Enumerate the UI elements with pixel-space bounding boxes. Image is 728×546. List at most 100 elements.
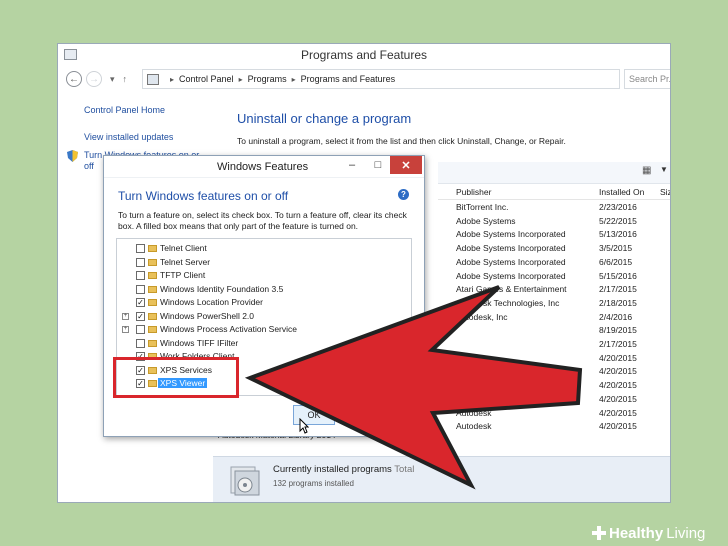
breadcrumb-separator-icon[interactable]: ▸ xyxy=(239,75,243,84)
feature-checkbox[interactable] xyxy=(136,257,145,267)
table-row[interactable]: 8/19/2015 xyxy=(438,324,670,338)
forward-arrow-icon[interactable]: → xyxy=(86,71,102,87)
feature-label: Windows TIFF IFilter xyxy=(160,337,239,348)
feature-item[interactable]: Windows Identity Foundation 3.5 xyxy=(117,283,411,296)
folder-icon xyxy=(148,299,157,306)
view-installed-updates-link[interactable]: View installed updates xyxy=(84,132,173,142)
row-publisher: Adobe Systems Incorporated xyxy=(456,256,566,267)
breadcrumb-control-panel[interactable]: Control Panel xyxy=(179,74,234,84)
folder-icon xyxy=(148,285,157,293)
row-installed-date: 2/17/2015 xyxy=(599,284,637,295)
feature-checkbox[interactable] xyxy=(136,244,145,253)
row-installed-date: 5/13/2016 xyxy=(599,229,637,240)
table-row[interactable]: Autodesk, Inc 2/4/2016 xyxy=(438,311,670,325)
installed-programs-count: 132 programs installed xyxy=(273,479,354,488)
breadcrumb-programs-features[interactable]: Programs and Features xyxy=(301,74,396,84)
row-publisher: Autodesk, Inc xyxy=(456,311,508,322)
table-row[interactable]: Adobe Systems Incorporated 5/15/2016 xyxy=(438,270,670,284)
brand-living: Living xyxy=(666,524,706,542)
table-row[interactable]: 4/20/2015 xyxy=(438,352,670,366)
column-size[interactable]: Siz xyxy=(660,187,670,197)
turn-windows-features-link-cont[interactable]: off xyxy=(84,161,94,171)
table-row[interactable]: Adobe Systems Incorporated 5/13/2016 xyxy=(438,228,670,242)
feature-item[interactable]: Telnet Client xyxy=(117,242,411,255)
column-publisher[interactable]: Publisher xyxy=(456,187,491,197)
back-arrow-icon[interactable]: ← xyxy=(66,71,82,87)
address-bar[interactable]: ▸ Control Panel ▸ Programs ▸ Programs an… xyxy=(142,69,620,89)
installed-programs-label: Currently installed programs xyxy=(273,464,392,475)
expand-icon[interactable]: + xyxy=(122,326,129,333)
row-publisher: Adobe Systems xyxy=(456,215,516,226)
search-input[interactable]: Search Pr... xyxy=(624,69,670,89)
control-panel-icon xyxy=(147,73,159,85)
feature-label: Telnet Server xyxy=(160,256,211,267)
page-heading: Uninstall or change a program xyxy=(237,111,412,126)
table-row[interactable]: Autodesk 4/20/2015 xyxy=(438,407,670,421)
window-titlebar: Programs and Features xyxy=(58,44,670,66)
row-installed-date: 3/5/2015 xyxy=(599,243,633,254)
programs-icon xyxy=(230,466,260,496)
table-row[interactable]: 2/17/2015 xyxy=(438,338,670,352)
row-installed-date: 2/23/2016 xyxy=(599,202,637,212)
brand-logo: Healthy Living xyxy=(592,522,705,544)
table-row[interactable]: Atari Games & Entertainment 2/17/2015 xyxy=(438,283,670,297)
row-installed-date: 6/6/2015 xyxy=(599,256,633,267)
row-installed-date: 5/15/2016 xyxy=(599,270,637,281)
feature-checkbox[interactable]: ✓ xyxy=(136,298,145,307)
plus-icon xyxy=(592,526,606,540)
list-toolbar xyxy=(438,162,670,184)
recent-dropdown-icon[interactable]: ▾ xyxy=(110,74,115,85)
minimize-icon[interactable]: – xyxy=(340,156,364,174)
feature-item[interactable]: Telnet Server xyxy=(117,256,411,269)
table-row[interactable]: 4/20/2015 xyxy=(438,393,670,407)
up-arrow-icon[interactable]: ↑ xyxy=(123,74,128,84)
breadcrumb-programs[interactable]: Programs xyxy=(248,74,287,84)
view-options-icon[interactable]: ▦ xyxy=(642,165,651,176)
breadcrumb-separator-icon[interactable]: ▸ xyxy=(292,75,296,84)
table-row[interactable]: 4/20/2015 xyxy=(438,379,670,393)
dialog-heading: Turn Windows features on or off xyxy=(118,189,289,203)
feature-item[interactable]: ✓ Windows Location Provider xyxy=(117,296,411,309)
help-icon[interactable]: ? xyxy=(398,189,409,200)
folder-icon xyxy=(148,245,157,252)
feature-checkbox[interactable] xyxy=(136,271,145,280)
row-publisher: Atari Games & Entertainment xyxy=(456,284,567,295)
folder-icon xyxy=(148,272,157,279)
window-title: Programs and Features xyxy=(300,48,428,62)
chevron-down-icon[interactable]: ▼ xyxy=(660,165,668,174)
table-row[interactable]: 4/20/2015 xyxy=(438,365,670,379)
feature-label: Windows Identity Foundation 3.5 xyxy=(160,283,284,294)
feature-label: Windows PowerShell 2.0 xyxy=(160,310,255,321)
row-installed-date: 8/19/2015 xyxy=(599,325,637,336)
expand-icon[interactable]: + xyxy=(122,312,129,320)
installed-programs-title: Currently installed programs Total xyxy=(273,464,414,475)
row-installed-date: 2/18/2015 xyxy=(599,297,637,308)
row-publisher: BitTorrent Inc. xyxy=(456,202,509,212)
table-row[interactable]: Adobe Systems Incorporated 3/5/2015 xyxy=(438,242,670,256)
table-row[interactable]: Adobe Systems Incorporated 6/6/2015 xyxy=(438,256,670,270)
row-publisher: Autodesk xyxy=(456,421,492,432)
feature-checkbox[interactable] xyxy=(136,325,145,334)
feature-checkbox[interactable] xyxy=(136,284,145,294)
table-row[interactable]: Autodesk 4/20/2015 xyxy=(438,420,670,434)
maximize-icon[interactable]: □ xyxy=(366,156,390,174)
details-pane: Currently installed programs Total 132 p… xyxy=(213,456,670,502)
feature-item[interactable]: Windows TIFF IFilter xyxy=(117,337,411,350)
breadcrumb-separator-icon[interactable]: ▸ xyxy=(170,75,174,84)
table-row[interactable]: Autodesk Technologies, Inc 2/18/2015 xyxy=(438,297,670,311)
feature-item[interactable]: + Windows Process Activation Service xyxy=(117,323,411,336)
feature-item[interactable]: + ✓ Windows PowerShell 2.0 xyxy=(117,310,411,323)
row-installed-date: 2/4/2016 xyxy=(599,311,633,322)
table-row[interactable]: BitTorrent Inc. 2/23/2016 xyxy=(438,201,670,215)
row-installed-date: 4/20/2015 xyxy=(599,380,637,391)
table-row[interactable]: Adobe Systems 5/22/2015 xyxy=(438,215,670,229)
close-icon[interactable]: ✕ xyxy=(390,156,422,174)
installed-programs-total-label: Total xyxy=(394,464,415,475)
feature-item[interactable]: TFTP Client xyxy=(117,269,411,282)
mouse-cursor-icon xyxy=(299,418,309,434)
column-installed-on[interactable]: Installed On xyxy=(599,187,644,197)
row-installed-date: 4/20/2015 xyxy=(599,421,637,432)
feature-checkbox[interactable]: ✓ xyxy=(136,311,145,321)
feature-checkbox[interactable] xyxy=(136,338,145,348)
control-panel-home-link[interactable]: Control Panel Home xyxy=(84,105,165,115)
